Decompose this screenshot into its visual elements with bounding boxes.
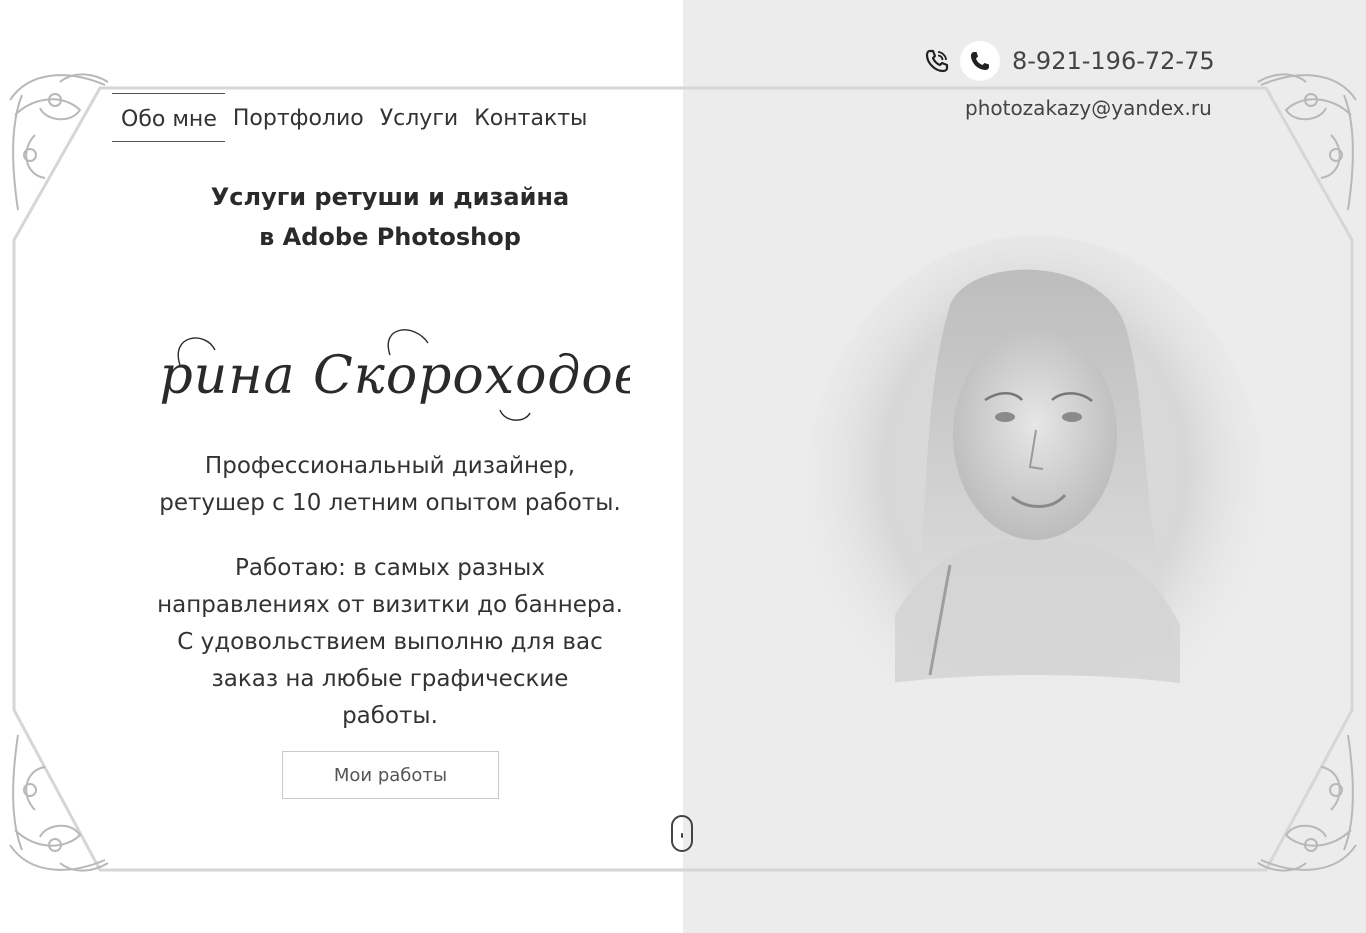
contacts-block: 8-921-196-72-75 photozakazy@yandex.ru [920,38,1220,120]
work-line: С удовольствием выполню для вас [177,629,603,655]
viber-icon[interactable] [920,44,954,78]
work-line: направлениях от визитки до баннера. [157,592,623,618]
corner-ornament-icon [1257,73,1357,211]
my-works-button[interactable]: Мои работы [282,751,499,799]
phone-row: 8-921-196-72-75 [920,38,1220,84]
intro-text: Профессиональный дизайнер, ретушер с 10 … [130,448,650,522]
headline-line: Услуги ретуши и дизайна [210,183,570,211]
signature-logo: Ирина Скороходова [160,329,630,421]
work-description: Работаю: в самых разных направлениях от … [130,550,650,735]
nav-item-about[interactable]: Обо мне [112,93,225,142]
portrait-photo [800,235,1270,745]
corner-ornament-icon [1257,734,1357,872]
work-line: Работаю: в самых разных [235,555,545,581]
intro-line: Профессиональный дизайнер, [204,453,576,479]
work-line: заказ на любые графические [211,666,569,692]
corner-ornament-icon [9,73,109,211]
corner-ornament-icon [9,734,109,872]
whatsapp-icon[interactable] [960,41,1000,81]
nav-item-portfolio[interactable]: Портфолио [225,93,372,142]
work-line: работы. [342,703,438,729]
phone-number[interactable]: 8-921-196-72-75 [1012,47,1215,75]
scroll-down-icon[interactable] [671,815,693,852]
main-nav: Обо мне Портфолио Услуги Контакты [112,93,595,142]
headline-line: в Adobe Photoshop [259,223,521,251]
svg-text:Ирина Скороходова: Ирина Скороходова [160,346,630,406]
intro-line: ретушер с 10 летним опытом работы. [159,490,621,516]
nav-item-services[interactable]: Услуги [372,93,466,142]
scroll-dot [681,833,683,838]
page-headline: Услуги ретуши и дизайна в Adobe Photosho… [140,177,640,257]
nav-item-contacts[interactable]: Контакты [466,93,595,142]
email-link[interactable]: photozakazy@yandex.ru [965,96,1212,120]
page: Обо мне Портфолио Услуги Контакты 8-921-… [0,0,1366,933]
